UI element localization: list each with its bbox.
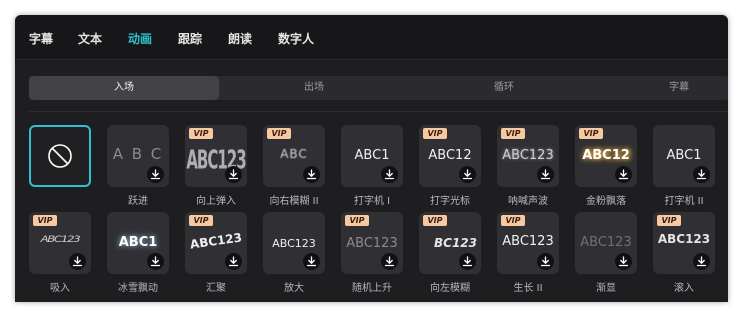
preset-label: 吸入	[50, 283, 70, 294]
preset-tile[interactable]: ABC123 VIP	[653, 212, 715, 274]
preset-tile[interactable]: ABC12 VIP	[419, 125, 481, 187]
preset-label: 打字机 II	[664, 196, 704, 207]
preset-preview-text: ABC12	[582, 148, 630, 163]
vip-badge: VIP	[33, 215, 57, 226]
preset-preview-text: ABC1	[118, 235, 158, 250]
preset-tile[interactable]: ABC1	[653, 125, 715, 187]
subtab-in[interactable]: 入场	[29, 76, 219, 100]
preset-tile[interactable]: A B C	[107, 125, 169, 187]
preset-preview-text: ABC123	[346, 236, 398, 251]
download-icon[interactable]	[381, 253, 398, 270]
preset-tile[interactable]: ABC123 VIP	[497, 125, 559, 187]
vip-badge: VIP	[267, 128, 291, 139]
preset-preview-text: ABC	[280, 147, 308, 161]
download-icon[interactable]	[693, 166, 710, 183]
download-icon[interactable]	[537, 253, 554, 270]
download-icon[interactable]	[147, 253, 164, 270]
tab-subtitle[interactable]: 字幕	[29, 30, 53, 47]
tab-digital-human[interactable]: 数字人	[278, 30, 314, 47]
preset-preview-text: ABC1	[666, 148, 702, 163]
preset-label: 向上弹入	[196, 196, 236, 207]
preset-preview-text: BC123	[433, 236, 477, 250]
preset-preview-text: ABC123	[189, 230, 243, 252]
preset-label: 生长 II	[513, 283, 543, 294]
prohibited-icon	[47, 143, 73, 173]
preset-tile[interactable]: ABC123 VIP	[497, 212, 559, 274]
preset-label: 冰雪飘动	[118, 283, 158, 294]
preset-label: 向右模糊 II	[269, 196, 319, 207]
download-icon[interactable]	[147, 166, 164, 183]
top-tab-bar: 字幕 文本 动画 跟踪 朗读 数字人	[15, 15, 728, 60]
preset-tile[interactable]: ABC123 VIP	[185, 125, 247, 187]
preset-label: 跃进	[128, 196, 148, 207]
preset-label: 向左模糊	[430, 283, 470, 294]
vip-badge: VIP	[501, 215, 525, 226]
download-icon[interactable]	[303, 253, 320, 270]
subtab-subtitle[interactable]: 字幕	[609, 76, 728, 100]
preset-tile[interactable]: ABC123 VIP	[341, 212, 403, 274]
preset-preview-text: ABC123	[502, 234, 554, 249]
preset-preview-text: ABC1	[354, 148, 390, 163]
preset-label: 随机上升	[352, 283, 392, 294]
download-icon[interactable]	[693, 253, 710, 270]
vip-badge: VIP	[579, 128, 603, 139]
vip-badge: VIP	[501, 128, 525, 139]
text-animation-panel: 字幕 文本 动画 跟踪 朗读 数字人 入场 出场 循环 字幕 A B C 跃进 AB…	[15, 15, 728, 302]
download-icon[interactable]	[303, 166, 320, 183]
animation-type-tabs: 入场 出场 循环 字幕	[29, 76, 728, 100]
download-icon[interactable]	[459, 166, 476, 183]
vip-badge: VIP	[423, 128, 447, 139]
download-icon[interactable]	[69, 253, 86, 270]
preset-preview-text: A B C	[112, 145, 164, 163]
preset-tile[interactable]: ABC123 VIP	[185, 212, 247, 274]
tab-tracking[interactable]: 跟踪	[178, 30, 202, 47]
divider	[29, 111, 728, 112]
preset-label: 金粉飘落	[586, 196, 626, 207]
preset-tile[interactable]: ABC123	[263, 212, 325, 274]
download-icon[interactable]	[537, 166, 554, 183]
preset-label: 呐喊声波	[508, 196, 548, 207]
preset-tile[interactable]: ABC1	[107, 212, 169, 274]
none-preset-tile[interactable]	[29, 125, 91, 187]
preset-preview-text: ABC123	[272, 237, 316, 250]
vip-badge: VIP	[189, 128, 213, 139]
preset-label: 打字机 I	[353, 196, 391, 207]
download-icon[interactable]	[225, 253, 242, 270]
preset-tile[interactable]: ABC123 VIP	[29, 212, 91, 274]
preset-preview-text: ABC123	[40, 235, 81, 245]
download-icon[interactable]	[381, 166, 398, 183]
download-icon[interactable]	[615, 166, 632, 183]
tab-text[interactable]: 文本	[78, 30, 102, 47]
preset-label: 汇聚	[206, 283, 226, 294]
preset-tile[interactable]: ABC12 VIP	[575, 125, 637, 187]
tab-animation[interactable]: 动画	[128, 30, 152, 47]
subtab-loop[interactable]: 循环	[414, 76, 594, 100]
vip-badge: VIP	[423, 215, 447, 226]
vip-badge: VIP	[189, 215, 213, 226]
download-icon[interactable]	[615, 253, 632, 270]
preset-label: 放大	[284, 283, 304, 294]
preset-tile[interactable]: ABC123	[575, 212, 637, 274]
preset-preview-text: ABC123	[502, 148, 554, 163]
vip-badge: VIP	[345, 215, 369, 226]
preset-label: 打字光标	[430, 196, 470, 207]
subtab-out[interactable]: 出场	[229, 76, 399, 100]
download-icon[interactable]	[225, 166, 242, 183]
preset-label: 滚入	[674, 283, 694, 294]
preset-preview-text: ABC12	[428, 148, 472, 163]
preset-preview-text: ABC123	[580, 235, 632, 250]
vip-badge: VIP	[657, 215, 681, 226]
preset-label: 渐显	[596, 283, 616, 294]
download-icon[interactable]	[459, 253, 476, 270]
preset-tile[interactable]: ABC VIP	[263, 125, 325, 187]
tab-read-aloud[interactable]: 朗读	[228, 30, 252, 47]
preset-preview-text: ABC123	[657, 232, 711, 246]
preset-tile[interactable]: BC123 VIP	[419, 212, 481, 274]
preset-tile[interactable]: ABC1	[341, 125, 403, 187]
